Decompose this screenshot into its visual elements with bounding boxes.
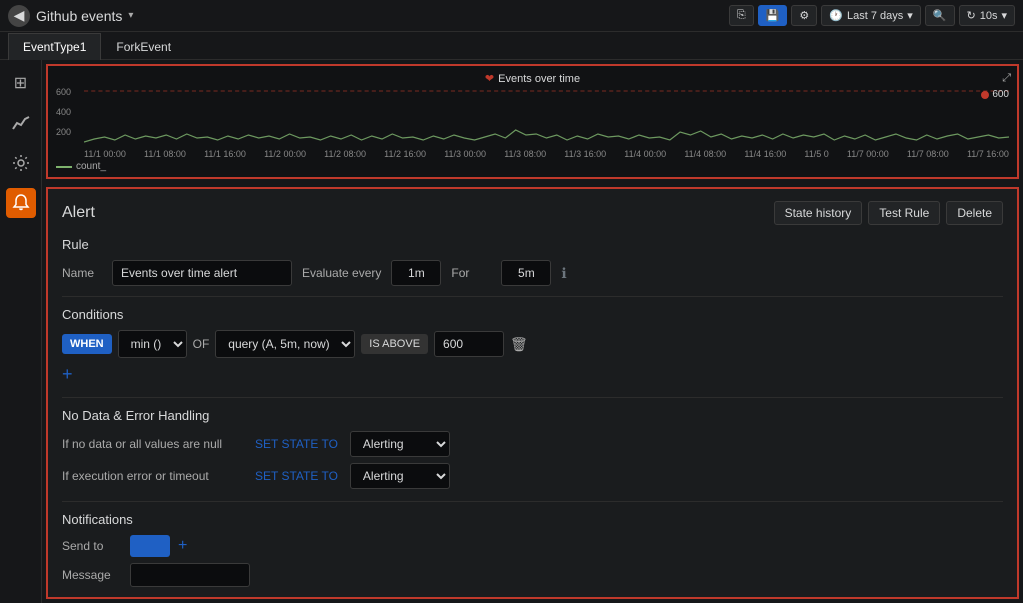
- alert-panel-title: Alert: [62, 204, 95, 222]
- state-history-button[interactable]: State history: [774, 201, 863, 225]
- section-divider-1: [62, 296, 1003, 297]
- content-area: ❤ Events over time ⤢ 600 400 200: [42, 60, 1023, 603]
- refresh-arrow: ▾: [1001, 9, 1007, 22]
- set-state-label-2: SET STATE TO: [255, 469, 338, 483]
- sidebar-icon-gear[interactable]: [6, 148, 36, 178]
- test-rule-button[interactable]: Test Rule: [868, 201, 940, 225]
- top-bar-left: ◀ Github events ▾: [8, 5, 133, 27]
- chart-threshold: 600: [981, 89, 1009, 100]
- no-data-label: No Data & Error Handling: [62, 408, 1003, 423]
- time-range-label: Last 7 days: [847, 10, 903, 22]
- refresh-interval: 10s: [980, 10, 998, 22]
- delete-button[interactable]: Delete: [946, 201, 1003, 225]
- share-button[interactable]: ⎘: [729, 5, 754, 26]
- func-select[interactable]: min (): [118, 330, 187, 358]
- time-range-arrow: ▾: [907, 9, 913, 22]
- name-input[interactable]: [112, 260, 292, 286]
- no-data-row-1: If no data or all values are null SET ST…: [62, 431, 1003, 457]
- chart-title: Events over time: [498, 73, 580, 85]
- message-row: Message: [62, 563, 1003, 587]
- expand-icon[interactable]: ⤢: [1002, 72, 1011, 85]
- sidebar: ⊞: [0, 60, 42, 603]
- for-input[interactable]: [501, 260, 551, 286]
- section-divider-2: [62, 397, 1003, 398]
- state-select-1[interactable]: Alerting: [350, 431, 450, 457]
- when-tag: WHEN: [62, 334, 112, 354]
- send-to-row: Send to +: [62, 535, 1003, 557]
- no-data-text-1: If no data or all values are null: [62, 437, 247, 451]
- notification-tag: [130, 535, 170, 557]
- refresh-button[interactable]: ↻ 10s ▾: [959, 5, 1016, 26]
- alert-actions: State history Test Rule Delete: [774, 201, 1003, 225]
- back-button[interactable]: ◀: [8, 5, 30, 27]
- info-icon[interactable]: ℹ: [561, 265, 566, 282]
- send-to-label: Send to: [62, 539, 122, 553]
- y-axis-labels: 600 400 200: [56, 87, 84, 147]
- message-input[interactable]: [130, 563, 250, 587]
- message-label: Message: [62, 568, 122, 582]
- clock-icon: 🕐: [829, 9, 843, 22]
- section-divider-3: [62, 501, 1003, 502]
- for-label: For: [451, 266, 491, 280]
- alert-panel: Alert State history Test Rule Delete Rul…: [46, 187, 1019, 599]
- no-data-text-2: If execution error or timeout: [62, 469, 247, 483]
- is-above-tag: IS ABOVE: [361, 334, 428, 354]
- rule-row: Name Evaluate every For ℹ: [62, 260, 1003, 286]
- tab-event-type1[interactable]: EventType1: [8, 33, 101, 60]
- top-bar: ◀ Github events ▾ ⎘ 💾 ⚙ 🕐 Last 7 days ▾ …: [0, 0, 1023, 32]
- name-label: Name: [62, 266, 102, 280]
- conditions-label: Conditions: [62, 307, 1003, 322]
- search-button[interactable]: 🔍: [925, 5, 955, 26]
- dashboard-title: Github events: [36, 8, 122, 24]
- threshold-dot: [981, 91, 989, 99]
- chart-body: 600 400 200 600: [56, 87, 1009, 147]
- alert-panel-header: Alert State history Test Rule Delete: [62, 201, 1003, 225]
- rule-section-label: Rule: [62, 237, 1003, 252]
- chart-canvas: 600: [84, 87, 1009, 147]
- top-bar-right: ⎘ 💾 ⚙ 🕐 Last 7 days ▾ 🔍 ↻ 10s ▾: [729, 5, 1015, 26]
- conditions-section: Conditions WHEN min () OF query (A, 5m, …: [62, 307, 1003, 385]
- no-data-row-2: If execution error or timeout SET STATE …: [62, 463, 1003, 489]
- search-icon: 🔍: [933, 9, 947, 22]
- add-condition-button[interactable]: +: [62, 364, 73, 385]
- sidebar-icon-chart[interactable]: [6, 108, 36, 138]
- gear-icon: ⚙: [799, 9, 809, 22]
- heart-icon: ❤: [485, 72, 494, 85]
- settings-button[interactable]: ⚙: [791, 5, 817, 26]
- x-axis-labels: 11/1 00:00 11/1 08:00 11/1 16:00 11/2 00…: [56, 149, 1009, 159]
- chart-legend: count_: [56, 161, 1009, 172]
- refresh-icon: ↻: [967, 9, 976, 22]
- save-icon: 💾: [766, 9, 780, 22]
- state-select-2[interactable]: Alerting: [350, 463, 450, 489]
- tabs-row: EventType1 ForkEvent: [0, 32, 1023, 60]
- dashboard-dropdown-icon[interactable]: ▾: [128, 10, 133, 21]
- legend-label: count_: [76, 161, 106, 172]
- threshold-input[interactable]: [434, 331, 504, 357]
- no-data-section: No Data & Error Handling If no data or a…: [62, 408, 1003, 489]
- evaluate-input[interactable]: [391, 260, 441, 286]
- legend-line: [56, 166, 72, 168]
- tab-fork-event[interactable]: ForkEvent: [101, 33, 186, 60]
- of-tag: OF: [193, 337, 210, 351]
- delete-condition-icon[interactable]: 🗑: [510, 336, 528, 353]
- share-icon: ⎘: [737, 9, 746, 22]
- time-range-button[interactable]: 🕐 Last 7 days ▾: [821, 5, 921, 26]
- chart-panel: ❤ Events over time ⤢ 600 400 200: [46, 64, 1019, 179]
- add-notification-button[interactable]: +: [178, 537, 187, 555]
- threshold-value: 600: [992, 89, 1009, 100]
- chart-header: ❤ Events over time: [56, 72, 1009, 85]
- sidebar-icon-bell[interactable]: [6, 188, 36, 218]
- condition-row: WHEN min () OF query (A, 5m, now) IS ABO…: [62, 330, 1003, 358]
- query-select[interactable]: query (A, 5m, now): [215, 330, 355, 358]
- sidebar-icon-layers[interactable]: ⊞: [6, 68, 36, 98]
- save-button[interactable]: 💾: [758, 5, 788, 26]
- notifications-label: Notifications: [62, 512, 1003, 527]
- evaluate-label: Evaluate every: [302, 266, 381, 280]
- notifications-section: Notifications Send to + Message: [62, 512, 1003, 587]
- main: ⊞ ❤ Events over time ⤢: [0, 60, 1023, 603]
- set-state-label-1: SET STATE TO: [255, 437, 338, 451]
